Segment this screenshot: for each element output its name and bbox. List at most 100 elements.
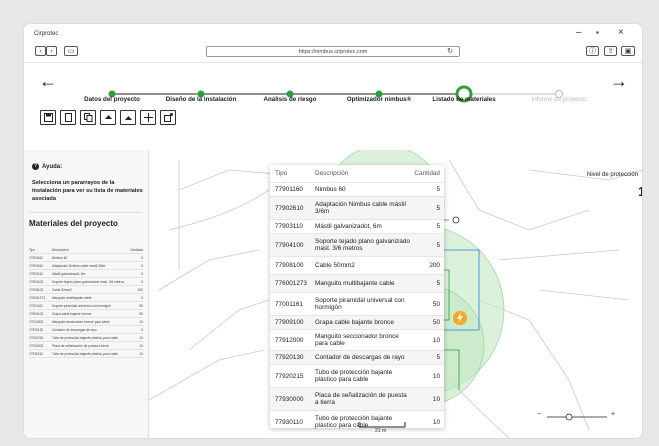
info-icon[interactable]: ⓘ — [586, 46, 599, 56]
type-cell: 77909100 — [275, 319, 304, 326]
type-cell: 77903110 — [29, 271, 43, 276]
table-row[interactable]: 77909100 Grapa cable bajante bronce 50 — [270, 315, 444, 329]
quantity-cell: 5 — [436, 280, 440, 287]
mini-table-row[interactable]: 77912000 Manguito seccionador bronce para… — [29, 318, 143, 326]
type-cell: 77930000 — [275, 395, 304, 403]
description-cell: Placa de señalización de puesta a tierra — [52, 343, 109, 348]
quantity-cell: 50 — [139, 311, 143, 316]
mini-table-row[interactable]: 77909100 Grapa cable bajante bronce 50 — [29, 310, 143, 318]
table-row[interactable]: 77902610 Adaptación Nimbus cable mástil 3… — [270, 196, 444, 219]
table-row[interactable]: 77930000 Placa de señalización de puesta … — [270, 387, 444, 410]
back-nav-button[interactable]: ‹ — [35, 46, 46, 56]
column-header: Tipo — [275, 170, 288, 177]
table-row[interactable]: 77920215 Tubo de protección bajante plást… — [270, 364, 444, 387]
description-cell: Tubo de protección bajante plástico para… — [52, 351, 118, 356]
quantity-cell: 10 — [139, 351, 143, 356]
share-icon[interactable]: ⇪ — [604, 46, 617, 56]
move-button[interactable] — [140, 110, 156, 125]
mini-table-row[interactable]: 77901160 Nimbus 60 5 — [29, 254, 143, 262]
minimize-icon[interactable]: – — [576, 28, 582, 38]
mini-table-row[interactable]: 77001161 Soporte piramidal universal con … — [29, 302, 143, 310]
reload-icon[interactable]: ↻ — [447, 47, 453, 57]
zoom-out-icon[interactable]: − — [537, 411, 541, 418]
help-title: Ayuda: — [42, 164, 63, 171]
close-icon[interactable]: × — [618, 28, 624, 38]
description-cell: Contador de descargas de rayo — [52, 327, 97, 332]
quantity-cell: 10 — [139, 335, 143, 340]
mini-table-row[interactable]: 77903110 Mástil galvanizadot, 6m 5 — [29, 270, 143, 278]
tabs-icon[interactable]: ▣ — [621, 46, 635, 56]
column-header: Descripción — [52, 247, 69, 252]
sidebar-toggle-icon[interactable]: ▭ — [64, 46, 78, 56]
description-cell: Mástil galvanizadot, 6m — [315, 222, 382, 230]
table-row[interactable]: 77901160 Nimbus 60 5 — [270, 182, 444, 196]
description-cell: Adaptación Nimbus cable mástil 3/6m — [52, 263, 106, 268]
mini-table-row[interactable]: 77930110 Tubo de protección bajante plást… — [29, 350, 143, 358]
mini-table-row[interactable]: 77908100 Cable 50mm2 200 — [29, 286, 143, 294]
table-row[interactable]: 77908100 Cable 50mm2 200 — [270, 256, 444, 274]
step-label[interactable]: Informe de proyecto — [531, 96, 586, 103]
type-cell: 77930110 — [29, 351, 43, 356]
divider — [30, 212, 142, 213]
maximize-icon[interactable]: ▪ — [596, 28, 599, 38]
mini-table-row[interactable]: 77902610 Adaptación Nimbus cable mástil 3… — [29, 262, 143, 270]
quantity-cell: 5 — [436, 186, 440, 193]
copy-button[interactable] — [80, 110, 96, 125]
save-icon — [44, 113, 53, 122]
table-row[interactable]: 77903110 Mástil galvanizadot, 6m 5 — [270, 219, 444, 233]
quantity-cell: 5 — [141, 271, 143, 276]
step-label[interactable]: Diseño de la instalación — [166, 96, 237, 103]
type-cell: 77001161 — [29, 303, 43, 308]
undo-button[interactable] — [100, 110, 116, 125]
table-row[interactable]: 77904100 Soporte tejado plano galvanizado… — [270, 233, 444, 256]
divider — [24, 62, 642, 63]
mini-table-header: Tipo Descripción Cantidad — [29, 246, 143, 254]
zoom-in-icon[interactable]: + — [611, 411, 615, 418]
add-item-button[interactable] — [160, 110, 176, 125]
mini-table-row[interactable]: 776001273 Manguito multibajante cable 5 — [29, 294, 143, 302]
description-cell: Soporte piramidal universal con hormigón — [52, 303, 111, 308]
type-cell: 776001273 — [29, 295, 45, 300]
type-cell: 77904100 — [275, 241, 304, 249]
materials-mini-table: Tipo Descripción Cantidad 77901160 Nimbus… — [29, 246, 143, 358]
table-row[interactable]: 77912000 Manguito seccionador bronce para… — [270, 329, 444, 350]
materials-popup: Tipo Descripción Cantidad 77901160 Nimbus… — [270, 165, 444, 429]
type-cell: 77908100 — [29, 287, 44, 292]
quantity-cell: 5 — [141, 327, 143, 332]
quantity-cell: 5 — [141, 295, 143, 300]
address-bar[interactable]: https://nimbus.cirprotec.com ↻ — [206, 46, 460, 57]
forward-nav-button[interactable]: › — [46, 46, 57, 56]
quantity-cell: 200 — [429, 262, 440, 269]
table-row[interactable]: 776001273 Manguito multibajante cable 5 — [270, 274, 444, 292]
description-cell: Soporte tejado plano galvanizado mast. 3… — [52, 279, 124, 284]
quantity-cell: 5 — [436, 354, 440, 361]
mini-table-row[interactable]: 77920130 Contador de descargas de rayo 5 — [29, 326, 143, 334]
step-label-current[interactable]: Listado de materiales — [432, 96, 495, 103]
type-cell: 776001273 — [275, 280, 307, 287]
redo-button[interactable] — [120, 110, 136, 125]
quantity-cell: 5 — [141, 255, 143, 260]
mini-table-row[interactable]: 77920215 Tubo de protección bajante plást… — [29, 334, 143, 342]
type-cell: 77908100 — [275, 262, 304, 269]
zoom-slider[interactable]: − + — [537, 411, 617, 423]
quantity-cell: 5 — [141, 279, 143, 284]
help-text: Selecciona un pararrayos de la instalaci… — [32, 180, 143, 202]
save-button[interactable] — [40, 110, 56, 125]
new-page-button[interactable] — [60, 110, 76, 125]
quantity-cell: 5 — [141, 263, 143, 268]
type-cell: 77930110 — [275, 418, 303, 426]
table-row[interactable]: 77920130 Contador de descargas de rayo 5 — [270, 350, 444, 364]
mini-table-row[interactable]: 77930000 Placa de señalización de puesta … — [29, 342, 143, 350]
quantity-cell: 10 — [432, 395, 440, 403]
description-cell: Soporte piramidal universal con hormigón — [315, 296, 405, 312]
step-label[interactable]: Análisis de riesgo — [264, 96, 317, 103]
type-cell: 77901160 — [29, 255, 43, 260]
mini-table-row[interactable]: 77904100 Soporte tejado plano galvanizado… — [29, 278, 143, 286]
type-cell: 77904100 — [29, 279, 44, 284]
zoom-track[interactable] — [545, 411, 609, 423]
zoom-thumb[interactable] — [565, 413, 573, 421]
step-label[interactable]: Optimizador nimbus® — [347, 96, 411, 103]
table-row[interactable]: 77001161 Soporte piramidal universal con … — [270, 292, 444, 315]
app-window: Cirprotec – ▪ × ‹ › ▭ https://nimbus.cir… — [24, 24, 642, 438]
step-label[interactable]: Datos del proyecto — [84, 96, 140, 103]
